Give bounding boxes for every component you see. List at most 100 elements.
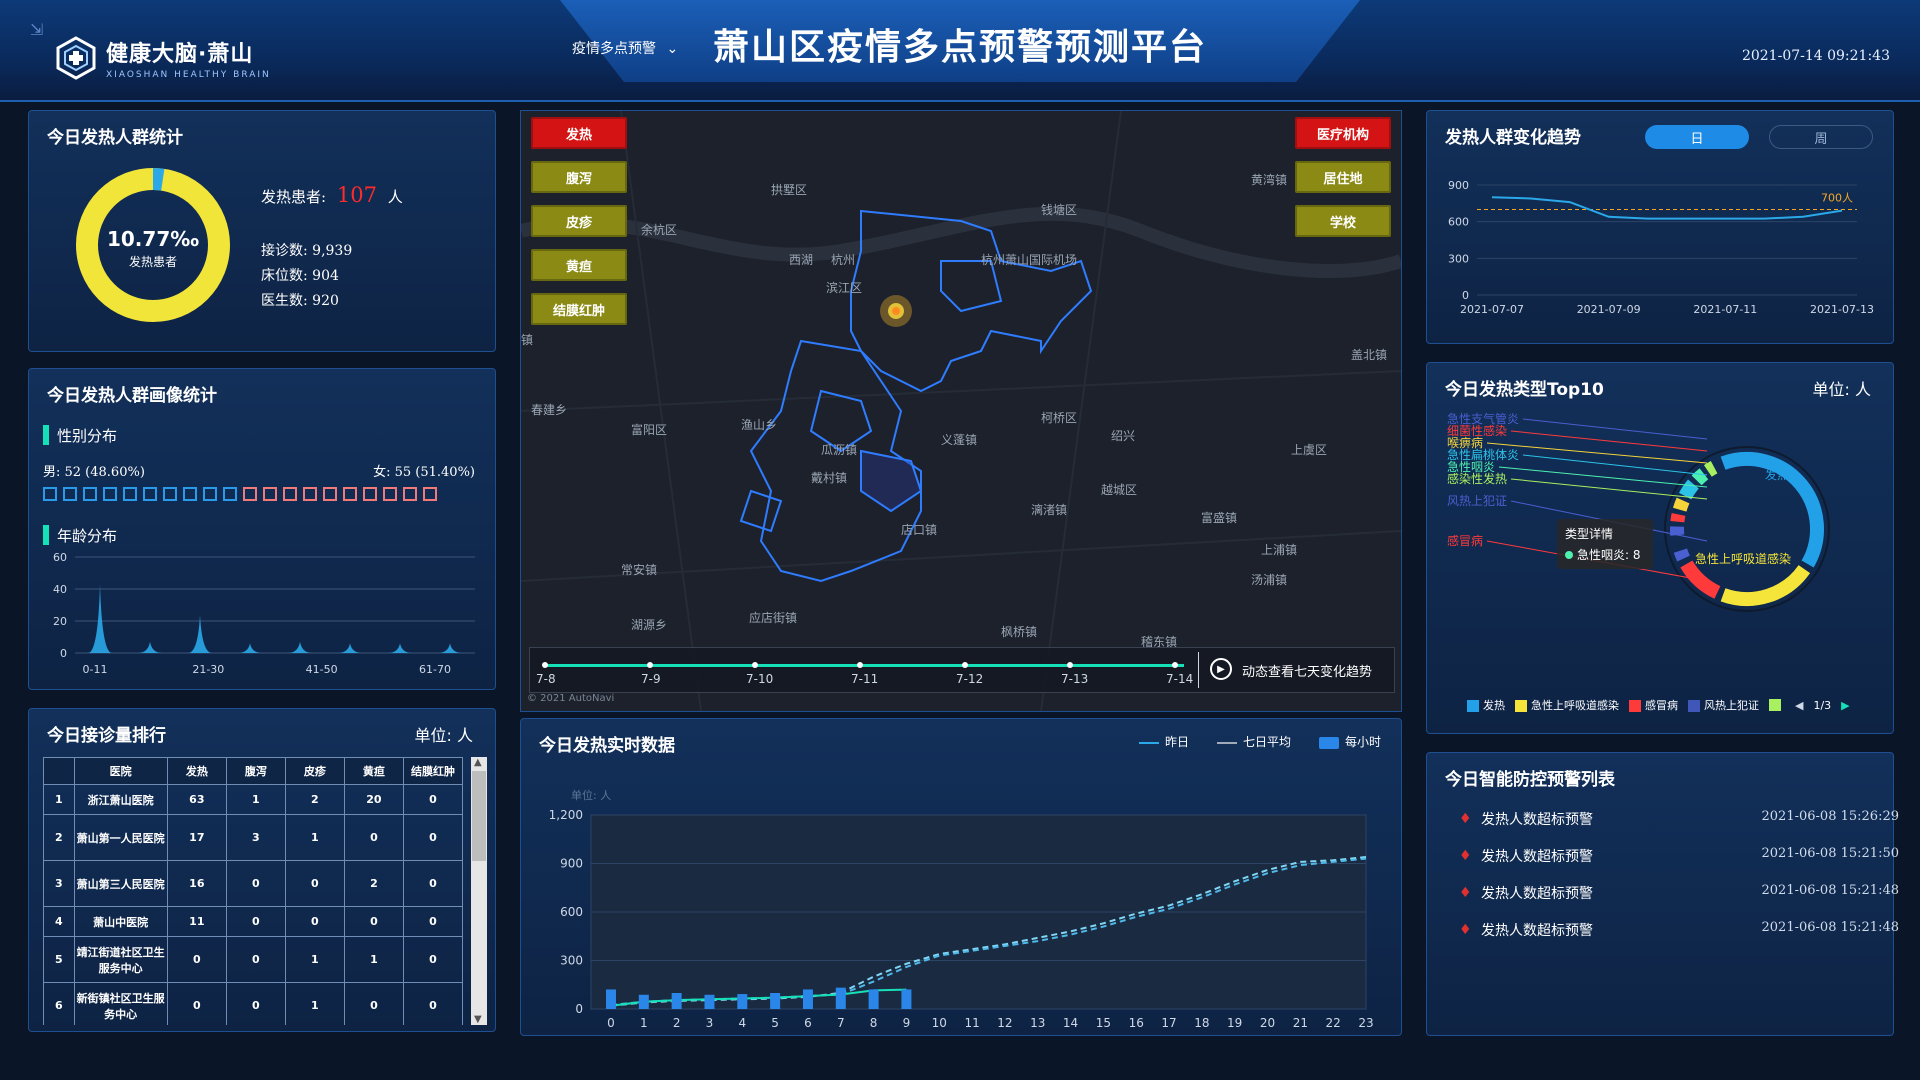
layer-button[interactable]: 腹泻: [531, 161, 627, 193]
layer-button[interactable]: 居住地: [1295, 161, 1391, 193]
timeline-divider: [1198, 652, 1199, 688]
legend-label: 发热: [1483, 699, 1505, 712]
top10-legend-item[interactable]: 感冒病: [1629, 697, 1678, 713]
map-place-label: 杭州: [831, 253, 856, 267]
timeline-dot[interactable]: [647, 662, 653, 668]
realtime-legend: 昨日 七日平均 每小时: [1138, 733, 1381, 750]
realtime-xtick-label: 19: [1227, 1016, 1242, 1030]
timeline-dot[interactable]: [542, 662, 548, 668]
trend-play-label[interactable]: 动态查看七天变化趋势: [1242, 661, 1372, 680]
next-page-icon[interactable]: ▶: [1841, 699, 1849, 712]
alarm-name: 发热人数超标预警: [1481, 849, 1593, 865]
table-cell: 0: [225, 906, 286, 937]
realtime-ytick-label: 1,200: [549, 808, 583, 822]
legend-yesterday[interactable]: 昨日: [1138, 733, 1189, 750]
female-box: [403, 487, 417, 501]
legend-swatch: [1629, 700, 1641, 712]
realtime-xtick-label: 20: [1260, 1016, 1275, 1030]
legend-hourly[interactable]: 每小时: [1318, 733, 1381, 750]
alarm-row[interactable]: ♦ 发热人数超标预警 2021-06-08 15:21:50: [1459, 846, 1899, 870]
realtime-xtick-label: 8: [870, 1016, 878, 1030]
scrollbar-thumb[interactable]: [472, 771, 486, 861]
table-row[interactable]: 5 靖江街道社区卫生服务中心 0 0 1 1 0: [43, 936, 464, 983]
alarm-title: 今日智能防控预警列表: [1445, 770, 1615, 790]
alarm-row[interactable]: ♦ 发热人数超标预警 2021-06-08 15:26:29: [1459, 809, 1899, 833]
realtime-chart: 单位: 人1,20090060030000 1 2 3 4 5 6 7 8 9 10 11 12 13 14…: [549, 788, 1374, 1030]
timeline-date-label: 7-14: [1166, 672, 1194, 686]
trend-title: 发热人群变化趋势: [1445, 128, 1581, 148]
table-row[interactable]: 3 萧山第三人民医院 16 0 0 2 0: [43, 860, 464, 907]
tab-week[interactable]: 周: [1769, 125, 1873, 149]
prev-page-icon[interactable]: ◀: [1795, 699, 1803, 712]
female-box: [303, 487, 317, 501]
table-cell: 63: [166, 784, 227, 815]
male-box: [103, 487, 117, 501]
table-cell: 1: [284, 814, 345, 861]
timeline-date-label: 7-8: [536, 672, 556, 686]
ranking-scrollbar[interactable]: ▲ ▼: [471, 757, 487, 1025]
layer-button[interactable]: 发热: [531, 117, 627, 149]
timeline-dot[interactable]: [962, 662, 968, 668]
layer-button[interactable]: 黄疸: [531, 249, 627, 281]
alarm-row[interactable]: ♦ 发热人数超标预警 2021-06-08 15:21:48: [1459, 920, 1899, 944]
table-cell: 萧山第三人民医院: [73, 860, 168, 907]
top10-legend-item[interactable]: 风热上犯证: [1688, 697, 1759, 713]
timeline-track[interactable]: [544, 664, 1184, 667]
alarm-row[interactable]: ♦ 发热人数超标预警 2021-06-08 15:21:48: [1459, 883, 1899, 907]
table-cell: 0: [284, 906, 345, 937]
top10-donut-slice: [1703, 461, 1718, 477]
ranking-table-wrap[interactable]: 医院 发热 腹泻 皮疹 黄疸 结膜红肿 1 浙江萧山医院 63 1 2 20 0 2 萧山第一人民医院 17…: [43, 757, 487, 1025]
age-section-title: 年龄分布: [57, 527, 118, 545]
scroll-up-icon[interactable]: ▲: [474, 757, 482, 768]
legend-label: 感冒病: [1645, 699, 1678, 712]
top10-donut-slice: [1673, 548, 1690, 562]
table-cell: 4: [43, 906, 75, 937]
map-place-label: 绍兴: [1111, 429, 1136, 443]
table-row[interactable]: 4 萧山中医院 11 0 0 0 0: [43, 906, 464, 937]
scroll-down-icon[interactable]: ▼: [474, 1014, 482, 1025]
ranking-column-header: [43, 757, 75, 785]
table-row[interactable]: 6 新街镇社区卫生服务中心 0 0 1 0 0: [43, 982, 464, 1025]
male-box: [223, 487, 237, 501]
layer-button[interactable]: 结膜红肿: [531, 293, 627, 325]
layer-button[interactable]: 学校: [1295, 205, 1391, 237]
legend-page-indicator: 1/3: [1813, 698, 1832, 712]
trend-xtick-label: 2021-07-07: [1460, 303, 1524, 316]
realtime-xtick-label: 1: [640, 1016, 648, 1030]
layer-button[interactable]: 医疗机构: [1295, 117, 1391, 149]
tab-day[interactable]: 日: [1645, 125, 1749, 149]
timeline-dot[interactable]: [1067, 662, 1073, 668]
realtime-ytick-label: 0: [575, 1002, 583, 1016]
realtime-xtick-label: 13: [1030, 1016, 1045, 1030]
realtime-xtick-label: 22: [1326, 1016, 1341, 1030]
table-cell: 1: [284, 936, 345, 983]
top10-legend-item[interactable]: 发热: [1467, 697, 1505, 713]
legend-label: 风热上犯证: [1704, 699, 1759, 712]
map-view[interactable]: 拱墅区 钱塘区 余杭区 西湖 杭州 杭州萧山国际机场 滨江区 盖北镇 春建乡 富阳区 渔山乡 义蓬镇瓜…: [520, 110, 1402, 712]
table-cell: 2: [284, 784, 345, 815]
realtime-hourly-bar: [868, 989, 879, 1009]
top10-leader-line: [1486, 442, 1708, 464]
timeline-dot[interactable]: [752, 662, 758, 668]
timeline-dot[interactable]: [1172, 662, 1178, 668]
timeline-dot[interactable]: [857, 662, 863, 668]
map-place-label: 湖源乡: [631, 618, 668, 632]
table-cell: 3: [43, 860, 75, 907]
map-place-label: 柯桥区: [1041, 411, 1078, 425]
top10-legend-item[interactable]: 急性上呼吸道感染: [1515, 697, 1619, 713]
age-xtick-label: 41-50: [306, 663, 338, 676]
top10-slice-label: 风热上犯证: [1447, 494, 1507, 508]
layer-button[interactable]: 皮疹: [531, 205, 627, 237]
table-cell: 2: [43, 814, 75, 861]
table-row[interactable]: 2 萧山第一人民医院 17 3 1 0 0: [43, 814, 464, 861]
alarm-siren-icon: ♦: [1459, 885, 1472, 901]
realtime-xtick-label: 3: [706, 1016, 714, 1030]
fever-ratio-label: 发热患者: [128, 255, 177, 269]
play-icon[interactable]: ▶: [1210, 658, 1232, 680]
top10-donut-chart: 急性支气管炎细菌性感染喉痹病急性扁桃体炎急性咽炎感染性发热风热上犯证感冒病急性上…: [1447, 411, 1830, 612]
gender-section-title: 性别分布: [57, 427, 118, 445]
table-row[interactable]: 1 浙江萧山医院 63 1 2 20 0: [43, 784, 464, 815]
table-cell: 1: [343, 936, 404, 983]
legend-seven-day-avg[interactable]: 七日平均: [1216, 733, 1291, 750]
map-place-label: 盖北镇: [1351, 348, 1388, 362]
